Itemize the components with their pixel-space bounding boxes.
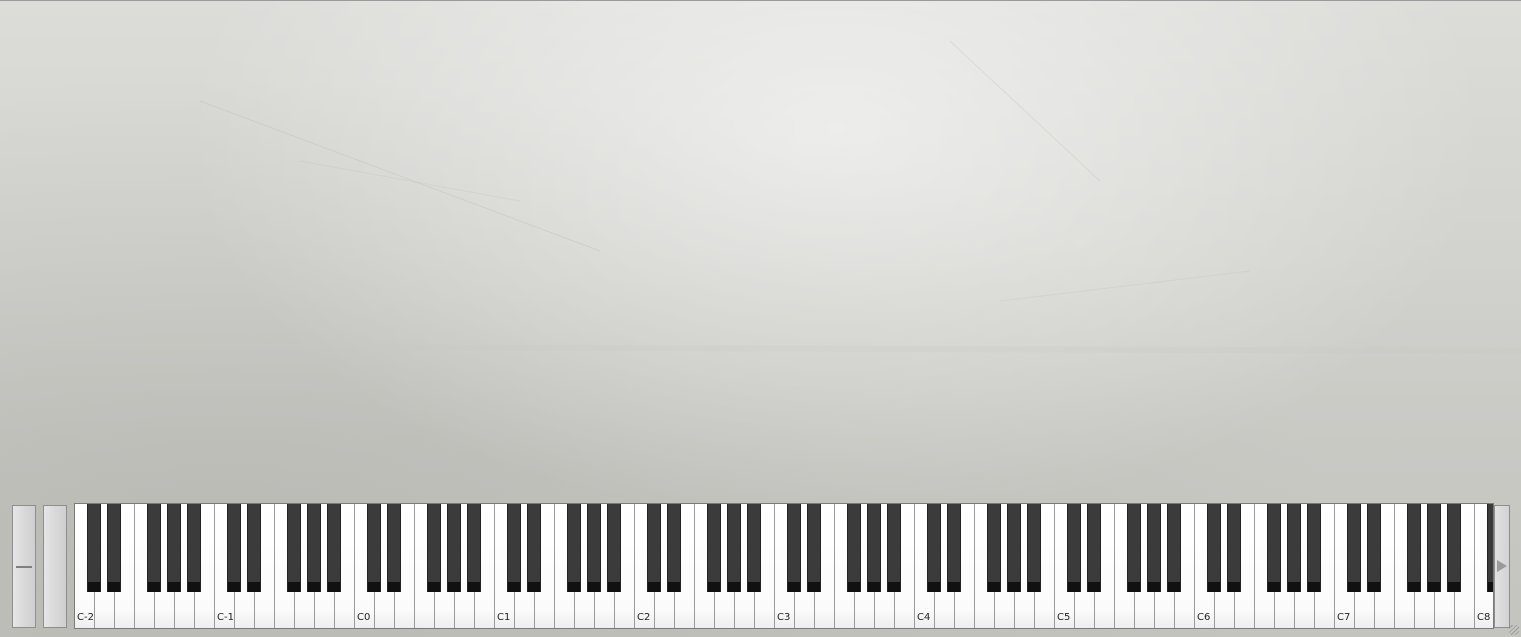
background-texture xyxy=(0,40,1521,354)
black-key[interactable] xyxy=(867,504,881,592)
black-key[interactable] xyxy=(1267,504,1281,592)
black-key[interactable] xyxy=(1487,504,1493,592)
black-key[interactable] xyxy=(187,504,201,592)
black-key[interactable] xyxy=(1447,504,1461,592)
pitch-wheel[interactable] xyxy=(12,505,36,628)
black-key[interactable] xyxy=(647,504,661,592)
black-key[interactable] xyxy=(847,504,861,592)
octave-label: C-1 xyxy=(217,612,234,623)
black-key[interactable] xyxy=(587,504,601,592)
black-key[interactable] xyxy=(527,504,541,592)
black-key[interactable] xyxy=(947,504,961,592)
black-key[interactable] xyxy=(227,504,241,592)
instrument-window: C-2 C-1 C0 C1 C2 C3 C4 C5 C6 C7 C8 xyxy=(0,0,1521,637)
black-key[interactable] xyxy=(1427,504,1441,592)
black-key[interactable] xyxy=(1227,504,1241,592)
black-key[interactable] xyxy=(567,504,581,592)
black-key[interactable] xyxy=(467,504,481,592)
octave-label: C5 xyxy=(1057,612,1071,623)
black-key[interactable] xyxy=(1027,504,1041,592)
black-key[interactable] xyxy=(1087,504,1101,592)
black-key[interactable] xyxy=(367,504,381,592)
black-key[interactable] xyxy=(1167,504,1181,592)
black-key[interactable] xyxy=(747,504,761,592)
black-key[interactable] xyxy=(1347,504,1361,592)
octave-label: C6 xyxy=(1197,612,1211,623)
black-key[interactable] xyxy=(427,504,441,592)
black-key[interactable] xyxy=(1007,504,1021,592)
octave-label: C2 xyxy=(637,612,651,623)
octave-label: C7 xyxy=(1337,612,1351,623)
black-key[interactable] xyxy=(247,504,261,592)
black-key[interactable] xyxy=(1207,504,1221,592)
black-key[interactable] xyxy=(1127,504,1141,592)
black-key[interactable] xyxy=(87,504,101,592)
octave-label: C4 xyxy=(917,612,931,623)
black-key[interactable] xyxy=(1147,504,1161,592)
black-key[interactable] xyxy=(667,504,681,592)
octave-label: C8 xyxy=(1477,612,1491,623)
black-key[interactable] xyxy=(807,504,821,592)
black-key[interactable] xyxy=(607,504,621,592)
black-key[interactable] xyxy=(447,504,461,592)
black-key[interactable] xyxy=(1307,504,1321,592)
keyboard-scroll-right-button[interactable] xyxy=(1494,505,1510,628)
resize-grip-icon[interactable] xyxy=(1509,625,1519,635)
octave-label: C0 xyxy=(357,612,371,623)
black-key[interactable] xyxy=(927,504,941,592)
black-key[interactable] xyxy=(987,504,1001,592)
black-key[interactable] xyxy=(507,504,521,592)
black-key[interactable] xyxy=(787,504,801,592)
black-key[interactable] xyxy=(1367,504,1381,592)
black-key[interactable] xyxy=(327,504,341,592)
black-key[interactable] xyxy=(107,504,121,592)
black-key[interactable] xyxy=(727,504,741,592)
octave-label: C3 xyxy=(777,612,791,623)
triangle-right-icon xyxy=(1497,560,1507,572)
octave-label: C-2 xyxy=(77,612,94,623)
piano-keyboard[interactable]: C-2 C-1 C0 C1 C2 C3 C4 C5 C6 C7 C8 xyxy=(74,503,1494,629)
black-key[interactable] xyxy=(287,504,301,592)
black-key[interactable] xyxy=(167,504,181,592)
modulation-wheel[interactable] xyxy=(43,505,67,628)
black-key[interactable] xyxy=(387,504,401,592)
black-key[interactable] xyxy=(147,504,161,592)
black-key[interactable] xyxy=(1287,504,1301,592)
black-key[interactable] xyxy=(307,504,321,592)
black-key[interactable] xyxy=(1067,504,1081,592)
pitch-wheel-center-marker xyxy=(16,566,32,568)
black-key[interactable] xyxy=(887,504,901,592)
black-key[interactable] xyxy=(707,504,721,592)
black-key[interactable] xyxy=(1407,504,1421,592)
octave-label: C1 xyxy=(497,612,511,623)
